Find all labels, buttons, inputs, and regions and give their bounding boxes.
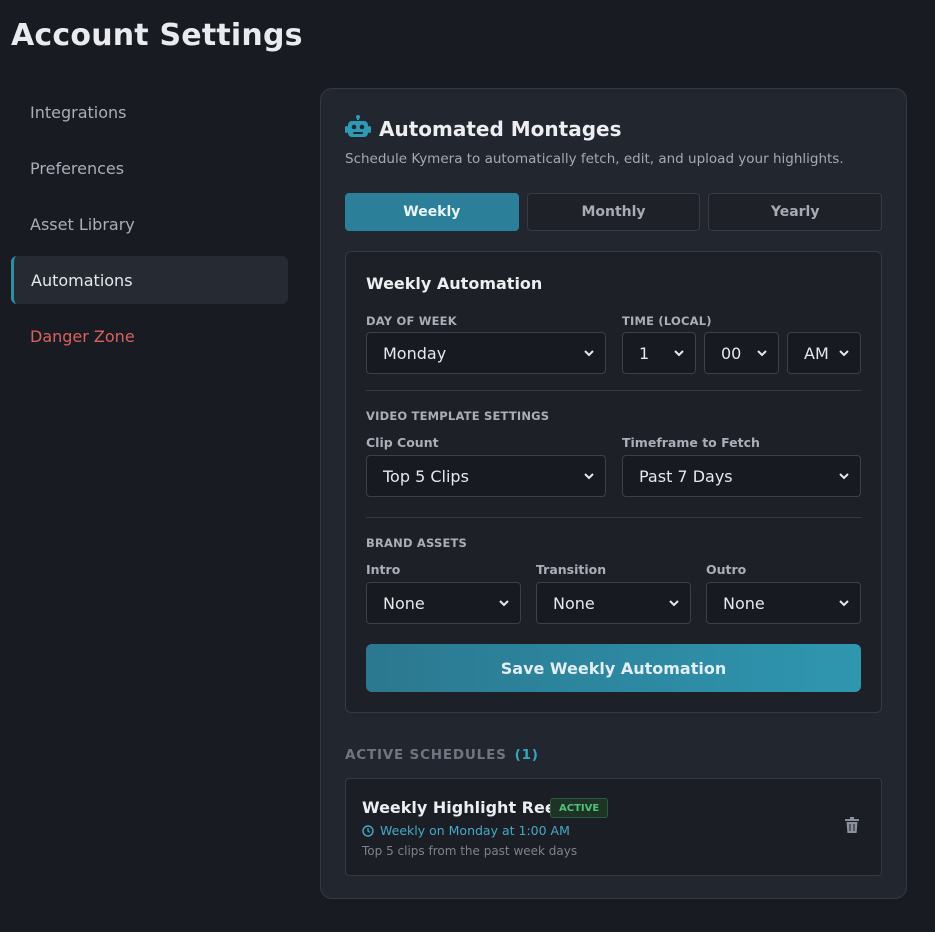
- minute-select[interactable]: 00: [704, 332, 779, 374]
- day-of-week-select[interactable]: Monday: [366, 332, 606, 374]
- sidebar-item-danger-zone[interactable]: Danger Zone: [11, 312, 288, 360]
- intro-value: None: [383, 593, 425, 613]
- chevron-down-icon: [499, 600, 509, 607]
- intro-select[interactable]: None: [366, 582, 521, 624]
- timeframe-value: Past 7 Days: [639, 466, 733, 486]
- chevron-down-icon: [839, 473, 849, 480]
- tab-weekly[interactable]: Weekly: [345, 193, 519, 231]
- active-schedules-label: ACTIVE SCHEDULES: [345, 747, 507, 763]
- trash-icon: [845, 817, 859, 833]
- hour-value: 1: [639, 343, 650, 363]
- card-title: Automated Montages: [379, 117, 622, 141]
- save-weekly-automation-button[interactable]: Save Weekly Automation: [366, 644, 861, 692]
- active-schedules-count: (1): [514, 747, 539, 763]
- chevron-down-icon: [839, 600, 849, 607]
- clip-count-label: Clip Count: [366, 435, 439, 450]
- time-label: TIME (LOCAL): [622, 314, 712, 328]
- day-of-week-value: Monday: [383, 343, 447, 363]
- tab-monthly[interactable]: Monthly: [526, 193, 701, 231]
- ampm-value: AM: [804, 343, 829, 363]
- chevron-down-icon: [757, 350, 767, 357]
- chevron-down-icon: [839, 350, 849, 357]
- sidebar-item-preferences[interactable]: Preferences: [11, 144, 288, 192]
- outro-select[interactable]: None: [706, 582, 861, 624]
- schedule-item: Weekly Highlight Reel ACTIVE Weekly on M…: [345, 778, 882, 876]
- brand-section-label: BRAND ASSETS: [366, 536, 468, 550]
- clock-icon: [362, 824, 374, 837]
- timeframe-label: Timeframe to Fetch: [622, 435, 760, 450]
- transition-select[interactable]: None: [536, 582, 691, 624]
- divider: [366, 390, 861, 391]
- card-description: Schedule Kymera to automatically fetch, …: [345, 151, 844, 167]
- timeframe-select[interactable]: Past 7 Days: [622, 455, 861, 497]
- active-schedules-header: ACTIVE SCHEDULES (1): [345, 747, 539, 763]
- settings-sidebar: Integrations Preferences Asset Library A…: [11, 88, 288, 368]
- transition-value: None: [553, 593, 595, 613]
- automated-montages-card: Automated Montages Schedule Kymera to au…: [320, 88, 907, 899]
- chevron-down-icon: [669, 600, 679, 607]
- schedule-description: Top 5 clips from the past week days: [362, 844, 578, 858]
- sidebar-item-integrations[interactable]: Integrations: [11, 88, 288, 136]
- clip-count-select[interactable]: Top 5 Clips: [366, 455, 606, 497]
- chevron-down-icon: [674, 350, 684, 357]
- chevron-down-icon: [584, 350, 594, 357]
- schedule-when: Weekly on Monday at 1:00 AM: [362, 823, 570, 838]
- hour-select[interactable]: 1: [622, 332, 696, 374]
- ampm-select[interactable]: AM: [787, 332, 861, 374]
- card-header: Automated Montages: [345, 115, 621, 143]
- divider: [366, 517, 861, 518]
- outro-label: Outro: [706, 562, 747, 577]
- outro-value: None: [723, 593, 765, 613]
- sidebar-item-asset-library[interactable]: Asset Library: [11, 200, 288, 248]
- page-title: Account Settings: [11, 18, 303, 53]
- tab-yearly[interactable]: Yearly: [708, 193, 883, 231]
- weekly-automation-form: Weekly Automation DAY OF WEEK TIME (LOCA…: [345, 251, 882, 713]
- transition-label: Transition: [536, 562, 607, 577]
- sidebar-item-automations[interactable]: Automations: [11, 256, 288, 304]
- status-badge: ACTIVE: [550, 798, 609, 818]
- day-of-week-label: DAY OF WEEK: [366, 314, 457, 328]
- clip-count-value: Top 5 Clips: [383, 466, 469, 486]
- minute-value: 00: [721, 343, 742, 363]
- schedule-title: Weekly Highlight Reel: [362, 798, 562, 817]
- form-title: Weekly Automation: [366, 274, 543, 293]
- intro-label: Intro: [366, 562, 401, 577]
- schedule-when-text: Weekly on Monday at 1:00 AM: [380, 823, 570, 838]
- frequency-tabs: Weekly Monthly Yearly: [345, 193, 883, 231]
- delete-schedule-button[interactable]: [845, 817, 859, 838]
- robot-icon: [345, 115, 371, 143]
- chevron-down-icon: [584, 473, 594, 480]
- template-section-label: VIDEO TEMPLATE SETTINGS: [366, 409, 550, 423]
